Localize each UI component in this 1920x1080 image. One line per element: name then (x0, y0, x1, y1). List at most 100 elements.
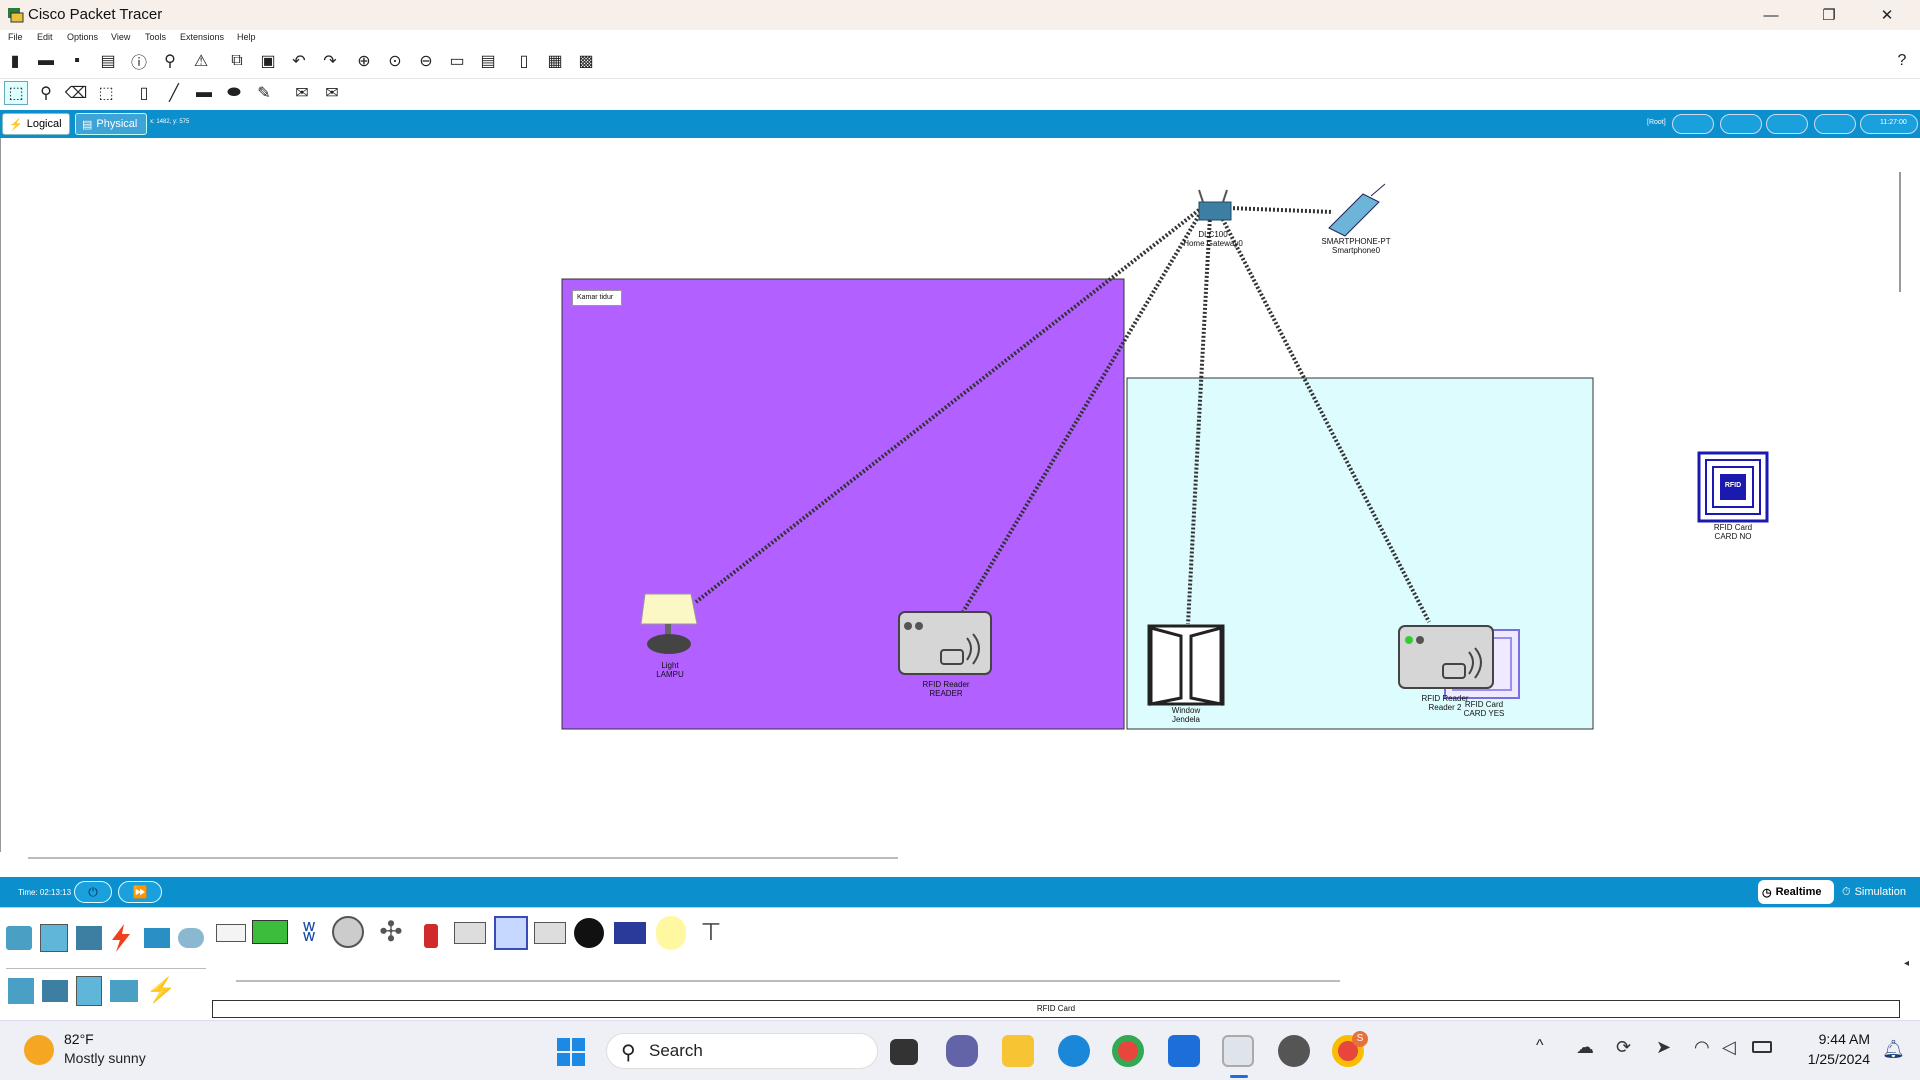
vertical-scrollbar[interactable] (1896, 138, 1920, 852)
street-lamp-icon[interactable] (656, 916, 686, 950)
save-icon[interactable]: ▪ (65, 49, 89, 73)
store-icon[interactable] (1168, 1035, 1200, 1067)
custom-devices-icon[interactable]: ▤ (476, 49, 500, 73)
menu-extensions[interactable]: Extensions (180, 32, 224, 42)
smartphone-label[interactable]: SMARTPHONE-PT Smartphone0 (1307, 237, 1405, 255)
drawing-palette-icon[interactable]: ▭ (445, 49, 469, 73)
network-devices-icon[interactable] (6, 926, 32, 950)
cluster-view-button[interactable] (1720, 114, 1762, 134)
industrial-icon[interactable] (76, 976, 102, 1006)
menu-tools[interactable]: Tools (145, 32, 166, 42)
tower-icon[interactable]: ⚡ (146, 976, 176, 1006)
set-background-button[interactable] (1814, 114, 1856, 134)
realtime-button[interactable]: ◷ Realtime (1758, 880, 1834, 904)
draw-rectangle-icon[interactable]: ▬ (192, 81, 216, 105)
rfid-reader-label[interactable]: RFID Reader READER (906, 680, 986, 698)
cluster-icon[interactable]: ▦ (543, 49, 567, 73)
battery-status-icon[interactable] (1752, 1041, 1772, 1053)
draw-line-icon[interactable]: ╱ (162, 81, 186, 105)
onedrive-icon[interactable]: ☁ (1576, 1037, 1594, 1058)
activity-wizard-icon[interactable]: ⚠ (189, 49, 213, 73)
restore-button[interactable]: ❐ (1800, 0, 1858, 30)
file-explorer-icon[interactable] (1002, 1035, 1034, 1067)
taskbar-date[interactable]: 1/25/2024 (1780, 1051, 1870, 1067)
tab-physical[interactable]: ▤ Physical (75, 113, 147, 135)
smartphone-icon[interactable] (1328, 183, 1386, 237)
menu-view[interactable]: View (111, 32, 130, 42)
add-simple-pdu-icon[interactable]: ✉ (290, 81, 314, 105)
connections-icon[interactable] (110, 924, 132, 952)
menu-help[interactable]: Help (237, 32, 256, 42)
simulation-button[interactable]: ⏱ Simulation (1838, 880, 1920, 904)
weather-temp[interactable]: 82°F (64, 1031, 94, 1047)
minimize-button[interactable]: — (1742, 0, 1800, 30)
paste-icon[interactable]: ▣ (256, 49, 280, 73)
info-icon[interactable]: ⓘ (127, 49, 151, 73)
open-folder-icon[interactable]: ▬ (34, 49, 58, 73)
undo-icon[interactable]: ↶ (287, 49, 311, 73)
menu-file[interactable]: File (8, 32, 23, 42)
edge-icon[interactable] (1058, 1035, 1090, 1067)
power-grid-icon[interactable] (110, 980, 138, 1002)
misc-icon[interactable] (144, 928, 170, 948)
location-icon[interactable]: ➤ (1656, 1037, 1671, 1058)
show-hidden-icons[interactable]: ^ (1536, 1037, 1544, 1055)
device-scrollbar[interactable] (236, 980, 1340, 982)
fan-icon[interactable]: ✣ (374, 916, 408, 948)
zoom-out-icon[interactable]: ⊖ (414, 49, 438, 73)
device-generic-icon[interactable] (216, 924, 246, 942)
start-icon[interactable] (556, 1037, 586, 1067)
home-icon[interactable] (8, 978, 34, 1004)
network-wizard-icon[interactable]: ⚲ (158, 49, 182, 73)
room-label[interactable]: Kamar tidur (572, 290, 622, 306)
redo-icon[interactable]: ↷ (318, 49, 342, 73)
weather-icon[interactable] (24, 1035, 54, 1065)
fire-sprinkler-icon[interactable] (424, 924, 438, 948)
move-object-button[interactable] (1766, 114, 1808, 134)
vertical-scroll-thumb[interactable] (1899, 172, 1901, 292)
delete-icon[interactable]: ⌫ (64, 81, 88, 105)
components-icon[interactable] (76, 926, 102, 950)
taskbar-time[interactable]: 9:44 AM (1790, 1031, 1870, 1047)
back-button[interactable] (1672, 114, 1714, 134)
resize-shape-icon[interactable]: ⬚ (94, 81, 118, 105)
bluetooth-icon[interactable]: ʬ (294, 918, 324, 946)
weather-desc[interactable]: Mostly sunny (64, 1050, 146, 1066)
chrome-icon[interactable] (1112, 1035, 1144, 1067)
zoom-reset-icon[interactable]: ⊙ (383, 49, 407, 73)
logical-workspace[interactable]: Kamar tidur DLC100 Home Gateway0 SMARTPH… (0, 138, 1896, 852)
draw-ellipse-icon[interactable]: ⬬ (222, 81, 246, 105)
rfid-card-yes-label[interactable]: RFID Card CARD YES (1447, 700, 1521, 718)
solar-panel-icon[interactable] (614, 922, 646, 944)
packet-tracer-taskbar-icon[interactable] (1222, 1035, 1254, 1067)
webcam-icon[interactable] (574, 918, 604, 948)
rfid-reader-icon[interactable] (898, 611, 992, 675)
light-label[interactable]: Light LAMPU (639, 661, 701, 679)
rfid-reader-device-icon[interactable] (534, 922, 566, 944)
notes-icon[interactable]: ▯ (512, 49, 536, 73)
select-icon[interactable]: ⬚ (4, 81, 28, 105)
gateway-label[interactable]: DLC100 Home Gateway0 (1173, 230, 1253, 248)
notification-bell-icon[interactable]: 🔔︎ (1882, 1039, 1905, 1060)
sensor-icon[interactable] (332, 916, 364, 948)
help-icon[interactable]: ? (1890, 49, 1914, 73)
collapse-arrow-icon[interactable]: ◂ (1904, 958, 1909, 969)
menu-edit[interactable]: Edit (37, 32, 53, 42)
tab-logical[interactable]: ⚡ Logical (2, 113, 70, 135)
multiuser-icon[interactable] (178, 928, 204, 948)
horizontal-scrollbar[interactable] (28, 857, 898, 859)
zoom-in-icon[interactable]: ⊕ (352, 49, 376, 73)
screenshot-icon[interactable]: ▩ (574, 49, 598, 73)
wifi-icon[interactable]: ◠ (1694, 1037, 1710, 1058)
home-gateway-icon[interactable] (1198, 189, 1232, 221)
new-file-icon[interactable]: ▮ (3, 49, 27, 73)
teams-icon[interactable] (946, 1035, 978, 1067)
menu-options[interactable]: Options (67, 32, 98, 42)
light-icon[interactable] (640, 593, 698, 654)
freeform-icon[interactable]: ✎ (252, 81, 276, 105)
task-view-icon[interactable] (890, 1039, 918, 1065)
window-label[interactable]: Window Jendela (1153, 706, 1219, 724)
print-icon[interactable]: ▤ (96, 49, 120, 73)
add-complex-pdu-icon[interactable]: ✉ (320, 81, 344, 105)
smart-city-icon[interactable] (42, 980, 68, 1002)
